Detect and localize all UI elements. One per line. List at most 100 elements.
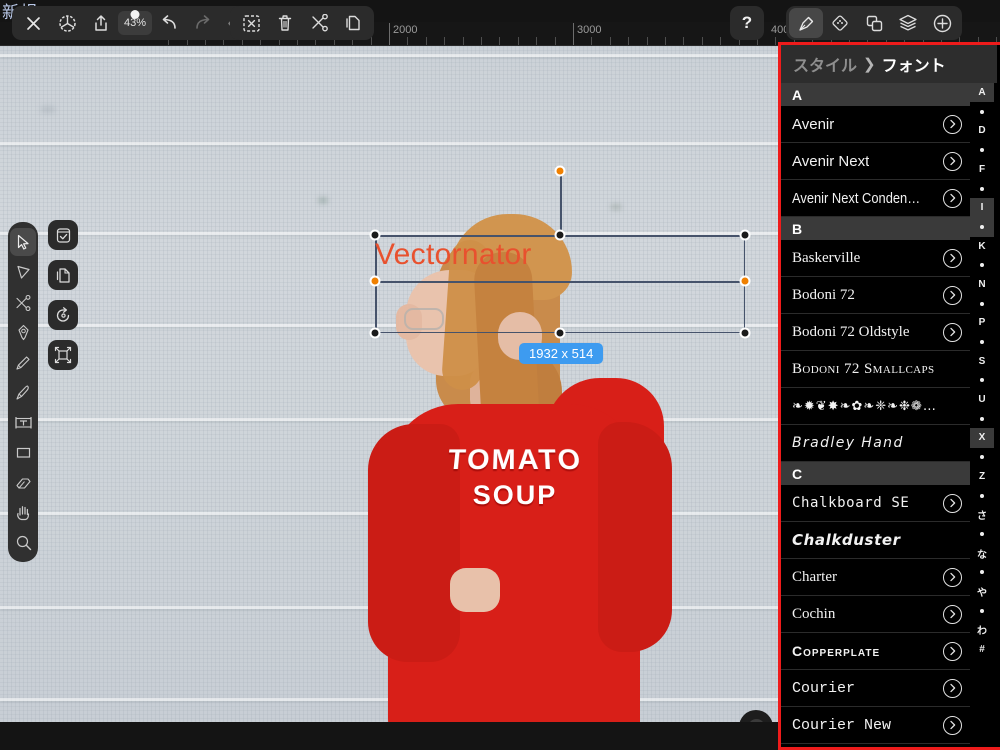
select-all-icon[interactable] xyxy=(234,8,268,38)
index-letter[interactable]: わ xyxy=(970,620,994,639)
index-letter[interactable]: N xyxy=(970,275,994,294)
duplicate-icon[interactable] xyxy=(336,8,370,38)
chevron-right-icon[interactable] xyxy=(943,151,962,171)
font-list-item[interactable]: Chalkboard SE xyxy=(781,485,971,522)
handle-bottom-right[interactable] xyxy=(739,327,751,339)
font-list-item[interactable]: Copperplate xyxy=(781,633,971,670)
alphabet-index[interactable]: A D F I K N P S U X Z さなやわ # xyxy=(970,83,994,747)
index-letter[interactable]: I xyxy=(970,198,994,218)
font-list-item[interactable]: Bodoni 72 Smallcaps xyxy=(781,351,971,388)
index-letter[interactable]: U xyxy=(970,390,994,409)
font-list-item[interactable]: Avenir Next xyxy=(781,143,971,180)
pen-tool[interactable] xyxy=(10,318,36,346)
snapping-button[interactable] xyxy=(48,220,78,250)
index-letter[interactable]: D xyxy=(970,121,994,140)
scissors-tool[interactable] xyxy=(10,288,36,316)
index-dot[interactable] xyxy=(970,141,994,160)
handle-bottom-center[interactable] xyxy=(554,327,566,339)
font-list-item[interactable]: Bodoni 72 Oldstyle xyxy=(781,314,971,351)
font-list-item[interactable]: Avenir Next Condensed xyxy=(781,180,971,217)
chevron-right-icon[interactable] xyxy=(943,641,962,661)
node-tool[interactable] xyxy=(10,258,36,286)
style-icon[interactable] xyxy=(789,8,823,38)
index-letter[interactable]: F xyxy=(970,160,994,179)
index-letter[interactable]: や xyxy=(970,582,994,601)
index-dot[interactable] xyxy=(970,294,994,313)
handle-bottom-left[interactable] xyxy=(369,327,381,339)
index-letter[interactable]: さ xyxy=(970,505,994,524)
paste-button[interactable] xyxy=(48,260,78,290)
close-icon[interactable] xyxy=(16,8,50,38)
font-list-item[interactable]: Baskerville xyxy=(781,240,971,277)
font-list-item[interactable]: Cochin xyxy=(781,596,971,633)
zoom-tool[interactable] xyxy=(10,528,36,556)
index-letter[interactable]: な xyxy=(970,544,994,563)
chevron-right-icon[interactable] xyxy=(943,493,962,513)
index-letter[interactable]: S xyxy=(970,352,994,371)
font-list-item[interactable]: Courier xyxy=(781,670,971,707)
rotation-handle[interactable] xyxy=(554,165,566,177)
index-dot[interactable] xyxy=(970,217,994,237)
index-letter[interactable]: K xyxy=(970,237,994,256)
chevron-right-icon[interactable] xyxy=(943,188,962,208)
zoom-level-button[interactable]: 43% xyxy=(118,8,152,38)
chevron-right-icon[interactable] xyxy=(943,248,962,268)
chevron-right-icon[interactable] xyxy=(943,604,962,624)
index-dot[interactable] xyxy=(970,409,994,428)
vector-text-object[interactable]: Vectornator xyxy=(375,238,532,272)
font-list-item[interactable]: Bradley Hand xyxy=(781,425,971,462)
chevron-right-icon[interactable] xyxy=(943,285,962,305)
chevron-right-icon[interactable] xyxy=(943,567,962,587)
index-dot[interactable] xyxy=(970,179,994,198)
index-dot[interactable] xyxy=(970,102,994,121)
index-letter[interactable]: A xyxy=(970,83,994,103)
help-button[interactable]: ? xyxy=(730,6,764,40)
font-list-item[interactable]: Courier New xyxy=(781,707,971,744)
add-icon[interactable] xyxy=(925,8,959,38)
shape-tool[interactable] xyxy=(10,438,36,466)
handle-mid-left[interactable] xyxy=(369,275,381,287)
index-letter[interactable]: # xyxy=(970,639,994,658)
undo-icon[interactable] xyxy=(152,8,186,38)
layers-icon[interactable] xyxy=(891,8,925,38)
pencil-tool[interactable] xyxy=(10,348,36,376)
brush-tool[interactable] xyxy=(10,378,36,406)
handle-top-center[interactable] xyxy=(554,229,566,241)
index-dot[interactable] xyxy=(970,448,994,467)
selection-tool[interactable] xyxy=(10,228,36,256)
reset-button[interactable] xyxy=(48,300,78,330)
index-letter[interactable]: Z xyxy=(970,467,994,486)
handle-top-right[interactable] xyxy=(739,229,751,241)
index-dot[interactable] xyxy=(970,563,994,582)
chevron-right-icon[interactable] xyxy=(943,322,962,342)
share-icon[interactable] xyxy=(84,8,118,38)
breadcrumb-parent[interactable]: スタイル xyxy=(793,52,857,76)
redo-icon[interactable] xyxy=(186,8,220,38)
chevron-right-icon[interactable] xyxy=(943,678,962,698)
transform-button[interactable] xyxy=(48,340,78,370)
index-dot[interactable] xyxy=(970,524,994,543)
scissors-icon[interactable] xyxy=(302,8,336,38)
index-dot[interactable] xyxy=(970,332,994,351)
pathops-icon[interactable] xyxy=(857,8,891,38)
index-dot[interactable] xyxy=(970,256,994,275)
trash-icon[interactable] xyxy=(268,8,302,38)
font-list-item[interactable]: Chalkduster xyxy=(781,522,971,559)
index-letter[interactable]: P xyxy=(970,313,994,332)
chevron-right-icon[interactable] xyxy=(943,114,962,134)
eraser-tool[interactable] xyxy=(10,468,36,496)
index-dot[interactable] xyxy=(970,601,994,620)
arrange-icon[interactable] xyxy=(823,8,857,38)
chevron-right-icon[interactable] xyxy=(943,715,962,735)
settings-icon[interactable] xyxy=(50,8,84,38)
hand-tool[interactable] xyxy=(10,498,36,526)
text-tool[interactable] xyxy=(10,408,36,436)
index-dot[interactable] xyxy=(970,371,994,390)
font-list[interactable]: A Avenir Avenir Next Avenir Next Condensed B… xyxy=(781,83,971,747)
font-list-item[interactable]: Avenir xyxy=(781,106,971,143)
font-list-item[interactable]: Charter xyxy=(781,559,971,596)
font-list-item[interactable]: ❧✹❦✸❧✿❧❈❧❉❁… xyxy=(781,388,971,425)
font-list-item[interactable]: Bodoni 72 xyxy=(781,277,971,314)
index-dot[interactable] xyxy=(970,486,994,505)
handle-mid-right[interactable] xyxy=(739,275,751,287)
